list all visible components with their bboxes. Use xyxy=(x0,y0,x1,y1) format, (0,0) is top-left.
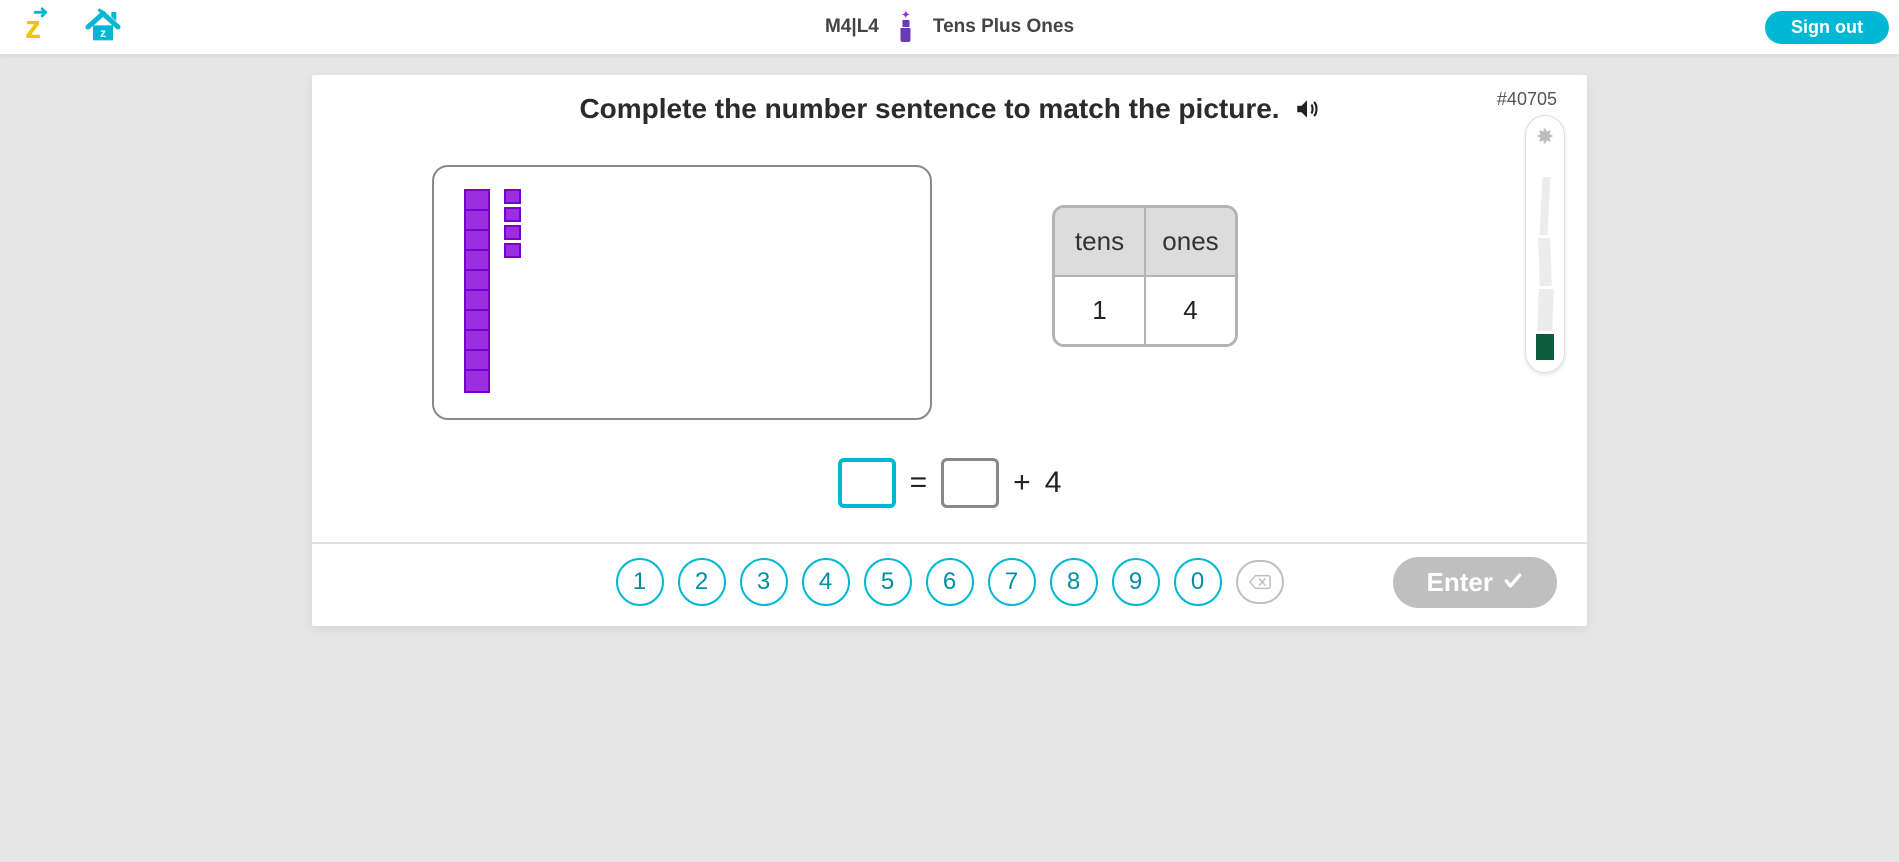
tens-cell xyxy=(466,351,488,371)
tens-cell xyxy=(466,271,488,291)
ones-unit xyxy=(504,189,521,204)
ones-unit xyxy=(504,243,521,258)
pv-tens-value: 1 xyxy=(1055,276,1145,344)
digit-button-8[interactable]: 8 xyxy=(1050,558,1098,606)
plus-sign: + xyxy=(1013,466,1031,500)
place-value-table: tens ones 1 4 xyxy=(1052,205,1238,347)
progress-segment xyxy=(1538,238,1552,286)
tens-cell xyxy=(466,371,488,391)
answer-input-2[interactable] xyxy=(941,458,999,508)
progress-tower-body xyxy=(1526,148,1564,360)
pv-tens-header: tens xyxy=(1055,208,1145,276)
tens-cell xyxy=(466,291,488,311)
app-logo-icon[interactable]: z xyxy=(25,11,53,43)
digit-buttons: 1234567890 xyxy=(616,558,1222,606)
equals-sign: = xyxy=(910,466,928,500)
svg-text:z: z xyxy=(100,27,106,40)
pv-ones-value: 4 xyxy=(1145,276,1235,344)
progress-segment xyxy=(1539,177,1550,235)
equation: = + 4 xyxy=(312,430,1587,542)
digit-button-1[interactable]: 1 xyxy=(616,558,664,606)
tens-cell xyxy=(466,211,488,231)
lesson-code: M4|L4 xyxy=(825,16,879,38)
check-icon xyxy=(1503,567,1523,598)
digit-button-4[interactable]: 4 xyxy=(802,558,850,606)
tens-cell xyxy=(466,191,488,211)
progress-star-icon: ✸ xyxy=(1536,126,1554,148)
pv-ones-header: ones xyxy=(1145,208,1235,276)
app-header: z z M4|L4 ✦ Tens Plus Ones Sign out xyxy=(0,0,1899,55)
answer-input-1[interactable] xyxy=(838,458,896,508)
progress-segment-filled xyxy=(1536,334,1554,360)
ones-unit xyxy=(504,225,521,240)
digit-button-6[interactable]: 6 xyxy=(926,558,974,606)
addend-2: 4 xyxy=(1045,466,1062,500)
tens-rod xyxy=(464,189,490,393)
question-id: #40705 xyxy=(1497,89,1557,110)
ones-unit xyxy=(504,207,521,222)
digit-button-7[interactable]: 7 xyxy=(988,558,1036,606)
enter-button[interactable]: Enter xyxy=(1393,557,1557,608)
lesson-title: Tens Plus Ones xyxy=(933,16,1074,38)
tens-cell xyxy=(466,311,488,331)
logo-group: z z xyxy=(25,7,123,47)
prompt-row: Complete the number sentence to match th… xyxy=(312,75,1587,135)
lesson-info: M4|L4 ✦ Tens Plus Ones xyxy=(825,13,1074,42)
blocks-figure xyxy=(432,165,932,420)
home-icon[interactable]: z xyxy=(83,7,123,47)
digit-button-9[interactable]: 9 xyxy=(1112,558,1160,606)
question-card: #40705 ✸ Complete the number sentence to… xyxy=(312,75,1587,626)
question-prompt: Complete the number sentence to match th… xyxy=(579,93,1279,125)
tens-cell xyxy=(466,231,488,251)
digit-button-5[interactable]: 5 xyxy=(864,558,912,606)
tens-cell xyxy=(466,331,488,351)
enter-button-label: Enter xyxy=(1427,567,1493,598)
content-area: tens ones 1 4 xyxy=(312,135,1587,430)
tower-icon: ✦ xyxy=(901,13,911,42)
sign-out-button[interactable]: Sign out xyxy=(1765,11,1889,44)
progress-segment xyxy=(1537,289,1553,331)
ones-column xyxy=(504,189,521,258)
tens-cell xyxy=(466,251,488,271)
stage: #40705 ✸ Complete the number sentence to… xyxy=(0,55,1899,666)
keypad: 1234567890 Enter xyxy=(312,542,1587,626)
audio-icon[interactable] xyxy=(1294,96,1320,122)
backspace-button[interactable] xyxy=(1236,560,1284,604)
digit-button-0[interactable]: 0 xyxy=(1174,558,1222,606)
digit-button-2[interactable]: 2 xyxy=(678,558,726,606)
digit-button-3[interactable]: 3 xyxy=(740,558,788,606)
progress-tower: ✸ xyxy=(1525,115,1565,373)
